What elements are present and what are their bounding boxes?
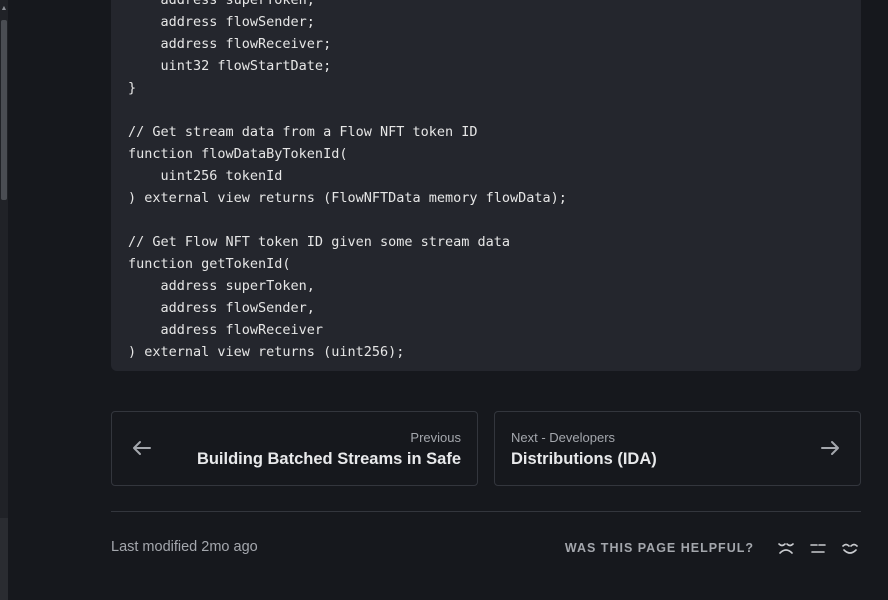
previous-title: Building Batched Streams in Safe: [196, 450, 461, 468]
code-line: // Get stream data from a Flow NFT token…: [128, 124, 478, 140]
code-line: }: [128, 80, 137, 96]
next-title: Distributions (IDA): [511, 450, 657, 468]
previous-page-link[interactable]: Previous Building Batched Streams in Saf…: [111, 411, 478, 486]
code-line: address superToken,: [128, 278, 315, 294]
arrow-right-icon: [816, 434, 844, 462]
sad-face-icon[interactable]: [776, 538, 796, 558]
scrollbar-track-lower[interactable]: [0, 518, 8, 600]
scrollbar[interactable]: ▲: [0, 0, 8, 600]
next-caption: Next - Developers: [511, 430, 616, 445]
scrollbar-thumb[interactable]: [1, 20, 7, 200]
code-line: function getTokenId(: [128, 256, 291, 272]
code-line: ) external view returns (uint256);: [128, 344, 405, 360]
code-line: address superToken;: [128, 0, 315, 8]
code-line: address flowSender;: [128, 14, 315, 30]
code-content: address superToken; address flowSender; …: [128, 0, 567, 363]
code-line: // Get Flow NFT token ID given some stre…: [128, 234, 511, 250]
happy-face-icon[interactable]: [840, 538, 860, 558]
scroll-up-arrow-icon[interactable]: ▲: [0, 0, 8, 18]
code-line: ) external view returns (FlowNFTData mem…: [128, 190, 567, 206]
code-line: address flowSender,: [128, 300, 315, 316]
arrow-left-icon: [128, 434, 156, 462]
last-modified-text: Last modified 2mo ago: [111, 539, 258, 555]
page-feedback: WAS THIS PAGE HELPFUL?: [565, 538, 860, 558]
footer-divider: [111, 511, 861, 512]
code-line: address flowReceiver;: [128, 36, 332, 52]
code-line: function flowDataByTokenId(: [128, 146, 348, 162]
code-line: address flowReceiver: [128, 322, 324, 338]
code-line: uint32 flowStartDate;: [128, 58, 332, 74]
neutral-face-icon[interactable]: [808, 538, 828, 558]
code-line: uint256 tokenId: [128, 168, 283, 184]
feedback-label: WAS THIS PAGE HELPFUL?: [564, 541, 754, 555]
next-page-link[interactable]: Next - Developers Distributions (IDA): [494, 411, 861, 486]
previous-caption: Previous: [410, 430, 461, 445]
